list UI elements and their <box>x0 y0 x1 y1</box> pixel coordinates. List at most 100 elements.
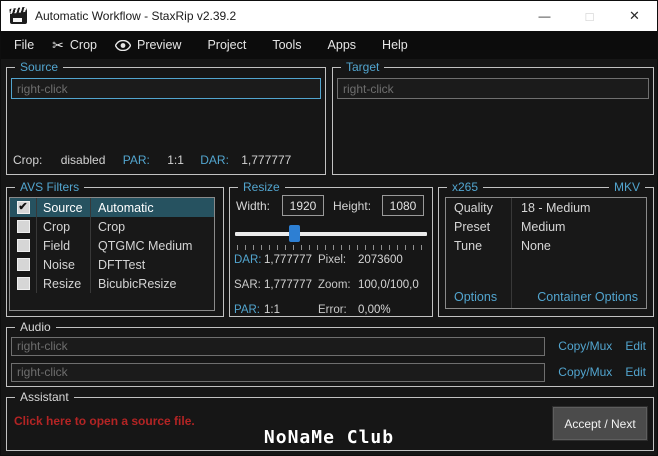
filter-name: DFTTest <box>90 255 214 274</box>
audio-track-2-input[interactable] <box>11 362 546 382</box>
menu-apps[interactable]: Apps <box>319 31 366 59</box>
menu-preview-label: Preview <box>136 38 182 52</box>
menu-crop-label: Crop <box>69 38 97 52</box>
resize-stats-row-dar: DAR: 1,777777 Pixel: 2073600 <box>234 254 430 266</box>
noname-club-watermark: NoNaMe Club <box>263 427 395 448</box>
par-label[interactable]: PAR: <box>234 304 264 316</box>
resize-slider-track[interactable] <box>235 232 427 236</box>
filter-name: Crop <box>90 217 214 236</box>
menu-help[interactable]: Help <box>373 31 417 59</box>
sar-value: 1,777777 <box>264 279 312 291</box>
audio-1-edit-link[interactable]: Edit <box>625 339 646 353</box>
quality-value: 18 - Medium <box>521 200 591 215</box>
titlebar[interactable]: Automatic Workflow - StaxRip v2.39.2 — □… <box>1 1 657 31</box>
filter-name: QTGMC Medium <box>90 236 214 255</box>
main-content: Source Crop: disabled PAR: 1:1 DAR: 1,77… <box>1 59 657 455</box>
container-options-link[interactable]: Container Options <box>537 290 638 304</box>
menu-project[interactable]: Project <box>198 31 255 59</box>
preset-value: Medium <box>521 219 566 234</box>
avs-filter-row-crop[interactable]: Crop Crop <box>10 217 214 236</box>
resize-stats-row-sar: SAR: 1,777777 Zoom: 100,0/100,0 <box>234 279 430 291</box>
options-link[interactable]: Options <box>454 290 497 304</box>
dar-stat-label[interactable]: DAR: <box>200 153 229 167</box>
avs-filters-caption: AVS Filters <box>15 180 85 195</box>
menu-crop[interactable]: ✂ Crop <box>43 31 106 59</box>
scissors-icon: ✂ <box>52 36 64 53</box>
dar-value: 1,777777 <box>264 254 312 266</box>
target-group-caption: Target <box>341 60 385 75</box>
eye-icon <box>114 39 131 51</box>
source-stats: Crop: disabled PAR: 1:1 DAR: 1,777777 <box>13 153 291 167</box>
checkbox-unchecked-icon[interactable] <box>16 258 30 271</box>
preset-label: Preset <box>454 219 491 234</box>
resize-stats-row-par: PAR: 1:1 Error: 0,00% <box>234 304 430 316</box>
target-file-input[interactable] <box>337 78 649 99</box>
checkbox-unchecked-icon[interactable] <box>16 277 30 290</box>
minimize-button[interactable]: — <box>522 1 567 31</box>
width-value-box[interactable]: 1920 <box>282 195 324 216</box>
crop-stat-value: disabled <box>60 153 106 167</box>
avs-filter-row-noise[interactable]: Noise DFTTest <box>10 255 214 274</box>
source-file-input[interactable] <box>11 78 321 99</box>
zoom-value: 100,0/100,0 <box>358 279 419 291</box>
filter-type: Noise <box>36 255 90 274</box>
filter-type: Crop <box>36 217 90 236</box>
sar-label: SAR: <box>234 279 261 291</box>
resize-group: Resize Width: 1920 Height: 1080 DAR: 1,7… <box>229 180 433 317</box>
resize-group-caption: Resize <box>238 180 285 195</box>
width-label: Width: <box>236 199 271 213</box>
crop-stat-label[interactable]: Crop: <box>13 153 42 167</box>
par-value: 1:1 <box>264 304 280 316</box>
maximize-button: □ <box>585 8 594 24</box>
filter-type: Field <box>36 236 90 255</box>
x265-quality-row[interactable]: Quality 18 - Medium <box>446 198 646 217</box>
x265-preset-row[interactable]: Preset Medium <box>446 217 646 236</box>
par-stat-value: 1:1 <box>167 153 184 167</box>
staxrip-window: Automatic Workflow - StaxRip v2.39.2 — □… <box>0 0 658 456</box>
assistant-message-link[interactable]: Click here to open a source file. <box>14 414 195 428</box>
menu-project-label: Project <box>207 38 247 52</box>
menu-preview[interactable]: Preview <box>106 31 190 59</box>
audio-1-copymux-link[interactable]: Copy/Mux <box>558 339 612 353</box>
audio-2-copymux-link[interactable]: Copy/Mux <box>558 365 612 379</box>
close-button[interactable]: ✕ <box>612 1 657 31</box>
resize-slider-ticks <box>237 245 425 250</box>
height-value-box[interactable]: 1080 <box>382 195 424 216</box>
avs-filter-row-resize[interactable]: Resize BicubicResize <box>10 274 214 293</box>
menubar: File ✂ Crop Preview Project Tools Apps H… <box>1 31 657 59</box>
audio-2-edit-link[interactable]: Edit <box>625 365 646 379</box>
audio-track-1-input[interactable] <box>11 336 546 356</box>
filter-type: Source <box>36 198 90 217</box>
quality-label: Quality <box>454 200 493 215</box>
x265-tune-row[interactable]: Tune None <box>446 236 646 255</box>
tune-label: Tune <box>454 238 483 253</box>
menu-file-label: File <box>14 38 35 52</box>
filter-type: Resize <box>36 274 90 293</box>
resize-slider-thumb[interactable] <box>289 225 300 242</box>
filter-name: BicubicResize <box>90 274 214 293</box>
avs-filter-row-field[interactable]: Field QTGMC Medium <box>10 236 214 255</box>
menu-tools[interactable]: Tools <box>263 31 310 59</box>
checkbox-checked-icon[interactable]: ✔ <box>16 201 30 214</box>
height-label: Height: <box>333 199 372 213</box>
assistant-group-caption: Assistant <box>15 390 74 405</box>
x265-settings-box: Quality 18 - Medium Preset Medium Tune N… <box>445 197 647 309</box>
dar-label[interactable]: DAR: <box>234 254 264 266</box>
window-controls: — □ ✕ <box>522 1 657 31</box>
checkbox-unchecked-icon[interactable] <box>16 220 30 233</box>
menu-help-label: Help <box>382 38 408 52</box>
target-group: Target <box>332 60 654 175</box>
error-label: Error: <box>318 304 347 316</box>
avs-filters-table: ✔ Source Automatic Crop Crop Field QTGMC… <box>9 197 215 311</box>
avs-filter-row-source[interactable]: ✔ Source Automatic <box>10 198 214 217</box>
filter-name: Automatic <box>90 198 214 217</box>
container-format-caption[interactable]: MKV <box>608 180 645 195</box>
audio-group: Audio Copy/Mux Edit Copy/Mux Edit <box>6 320 654 387</box>
menu-file[interactable]: File <box>5 31 43 59</box>
checkbox-unchecked-icon[interactable] <box>16 239 30 252</box>
par-stat-label[interactable]: PAR: <box>123 153 150 167</box>
source-group: Source Crop: disabled PAR: 1:1 DAR: 1,77… <box>6 60 326 175</box>
x265-group-caption[interactable]: x265 <box>447 180 484 195</box>
x265-group: x265 MKV Quality 18 - Medium Preset Medi… <box>438 180 654 317</box>
tune-value: None <box>521 238 551 253</box>
